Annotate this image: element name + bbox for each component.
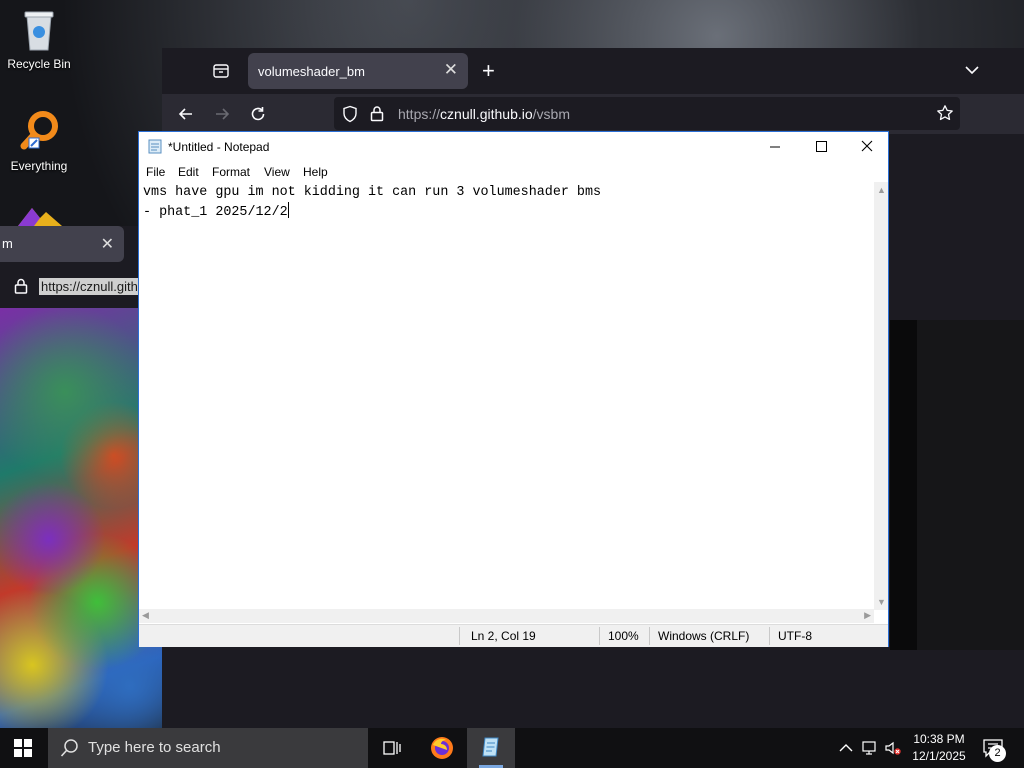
partial-desktop-app-icon[interactable] — [18, 204, 62, 226]
forward-arrow-icon[interactable] — [212, 104, 232, 124]
recycle-bin-icon — [24, 11, 54, 51]
taskbar: Type here to search 10:38 PM 12/1/2025 2 — [0, 728, 1024, 768]
background-browser-tab[interactable]: m ✕ — [0, 226, 124, 262]
notepad-text-area[interactable]: vms have gpu im not kidding it can run 3… — [139, 182, 874, 610]
status-cursor-position: Ln 2, Col 19 — [471, 629, 536, 643]
clock-time: 10:38 PM — [913, 732, 965, 746]
windows-start-icon[interactable] — [14, 739, 32, 757]
notepad-icon — [148, 139, 162, 154]
url-path: /vsbm — [532, 106, 570, 122]
notification-count-badge: 2 — [989, 745, 1006, 762]
back-arrow-icon[interactable] — [176, 104, 196, 124]
scroll-down-icon[interactable]: ▼ — [877, 597, 886, 607]
network-icon[interactable] — [862, 740, 878, 756]
notepad-menu-bar: File Edit Format View Help — [139, 162, 888, 182]
chevron-up-icon[interactable] — [838, 740, 854, 756]
status-divider — [459, 627, 460, 645]
desktop-icon-label: Everything — [10, 159, 68, 173]
status-encoding: UTF-8 — [778, 629, 812, 643]
task-view-button[interactable] — [368, 728, 416, 768]
desktop-icon-recycle-bin[interactable]: Recycle Bin — [1, 8, 77, 71]
url-prefix: https:// — [398, 106, 441, 122]
desktop-icon-label: Recycle Bin — [7, 57, 71, 71]
bookmark-star-icon[interactable] — [936, 104, 954, 122]
clock-date: 12/1/2025 — [912, 749, 966, 763]
text-caret — [287, 202, 289, 218]
tab-close-icon[interactable]: ✕ — [444, 60, 458, 80]
menu-format[interactable]: Format — [212, 165, 250, 179]
url-text[interactable]: https://cznull.github.io/vsbm — [398, 106, 570, 122]
search-placeholder: Type here to search — [88, 739, 221, 756]
browser-tabstrip: volumeshader_bm ✕ + — [162, 48, 1024, 94]
notepad-icon — [482, 737, 499, 757]
menu-help[interactable]: Help — [303, 165, 328, 179]
notepad-title-bar[interactable]: *Untitled - Notepad — [139, 132, 888, 162]
shield-icon[interactable] — [342, 105, 358, 123]
url-bar[interactable]: https://cznull.github.io/vsbm — [334, 97, 960, 130]
status-divider — [649, 627, 650, 645]
minimize-icon[interactable] — [752, 132, 798, 162]
browser-tab-title: volumeshader_bm — [258, 64, 365, 79]
background-tab-close-icon[interactable]: ✕ — [101, 234, 114, 254]
lock-icon[interactable] — [370, 105, 384, 122]
scroll-right-icon[interactable]: ▶ — [864, 610, 871, 621]
task-view-icon — [383, 741, 401, 755]
text-line-1: vms have gpu im not kidding it can run 3… — [143, 185, 602, 200]
maximize-icon[interactable] — [798, 132, 844, 162]
notepad-title: *Untitled - Notepad — [168, 140, 270, 154]
scroll-up-icon[interactable]: ▲ — [877, 185, 886, 195]
vertical-scrollbar[interactable]: ▲ ▼ — [874, 182, 888, 610]
menu-view[interactable]: View — [264, 165, 290, 179]
volume-muted-icon[interactable] — [885, 740, 901, 756]
taskbar-search-box[interactable]: Type here to search — [48, 728, 368, 768]
desktop-icon-everything[interactable]: Everything — [1, 108, 77, 173]
reload-icon[interactable] — [248, 104, 268, 124]
scroll-left-icon[interactable]: ◀ — [142, 610, 149, 621]
chevron-down-icon[interactable] — [964, 62, 980, 78]
menu-edit[interactable]: Edit — [178, 165, 199, 179]
taskbar-notepad[interactable] — [467, 728, 515, 768]
notepad-status-bar: Ln 2, Col 19 100% Windows (CRLF) UTF-8 — [139, 624, 888, 647]
search-icon — [60, 739, 78, 757]
browser-navbar: https://cznull.github.io/vsbm — [162, 94, 1024, 134]
everything-search-icon — [20, 111, 58, 150]
background-tab-title: m — [2, 236, 13, 251]
canvas-dark-region-2 — [917, 320, 1024, 650]
browser-tab-active[interactable]: volumeshader_bm ✕ — [248, 53, 468, 89]
close-icon[interactable] — [844, 132, 890, 162]
text-line-2: - phat_1 2025/12/2 — [143, 205, 288, 220]
background-url-text[interactable]: https://cznull.gith — [39, 278, 140, 295]
system-clock[interactable]: 10:38 PM 12/1/2025 — [904, 731, 974, 765]
firefox-view-icon[interactable] — [212, 62, 230, 80]
firefox-icon — [431, 737, 453, 759]
status-line-ending: Windows (CRLF) — [658, 629, 750, 643]
status-divider — [599, 627, 600, 645]
status-divider — [769, 627, 770, 645]
taskbar-firefox[interactable] — [418, 728, 466, 768]
url-host: cznull.github.io — [440, 106, 533, 122]
background-url-bar[interactable]: https://cznull.gith — [0, 270, 140, 304]
new-tab-icon[interactable]: + — [482, 58, 495, 84]
horizontal-scrollbar[interactable]: ◀ ▶ — [139, 609, 874, 623]
lock-icon — [14, 278, 28, 294]
notepad-window[interactable]: *Untitled - Notepad File Edit Format Vie… — [138, 131, 889, 647]
menu-file[interactable]: File — [146, 165, 165, 179]
status-zoom: 100% — [608, 629, 639, 643]
